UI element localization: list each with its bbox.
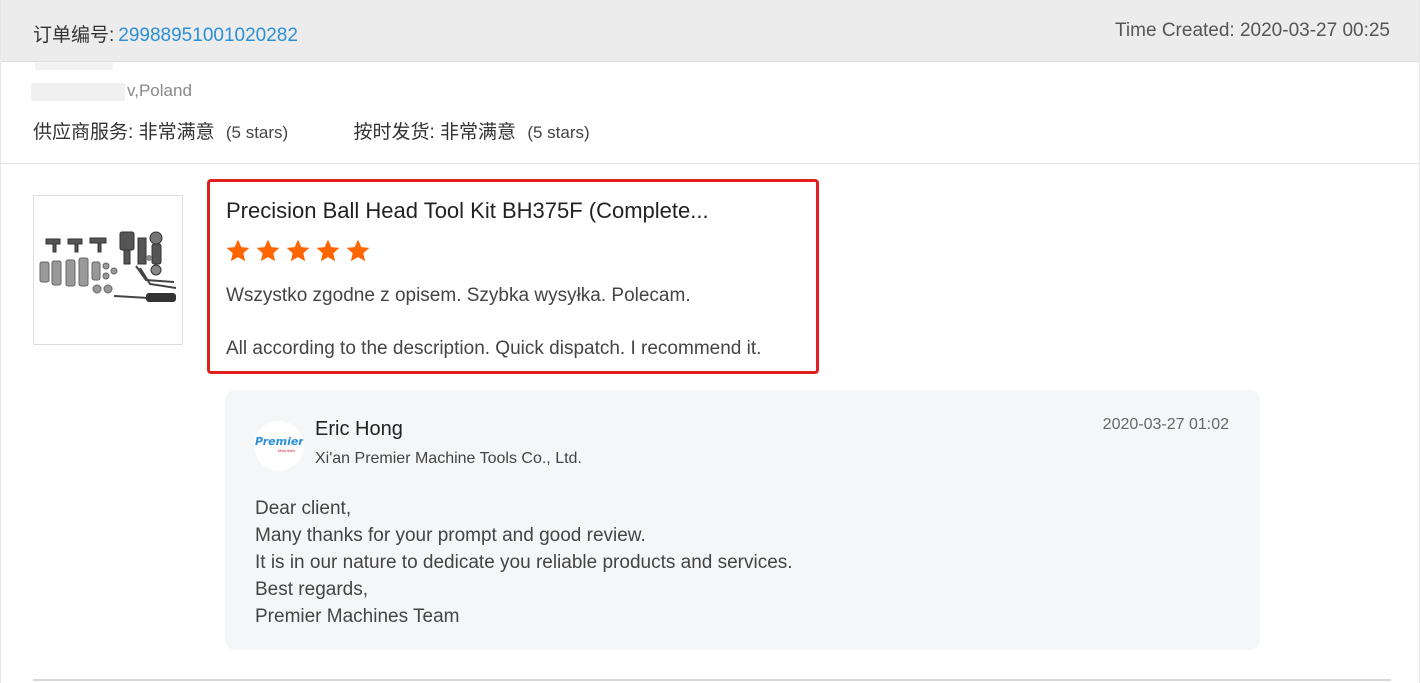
star-icon xyxy=(256,239,280,262)
order-header: 订单编号: 29988951001020282 Time Created: 202… xyxy=(1,0,1419,62)
seller-ratings: 供应商服务: 非常满意 (5 stars) 按时发货: 非常满意 (5 star… xyxy=(33,117,650,144)
order-number-link[interactable]: 29988951001020282 xyxy=(118,25,298,46)
logo-subtext: Machines xyxy=(278,448,296,453)
reply-line: Best regards, xyxy=(255,579,368,600)
redacted-buyer-name xyxy=(35,62,113,70)
star-icon xyxy=(316,239,340,262)
review-original-text: Wszystko zgodne z opisem. Szybka wysyłka… xyxy=(226,285,691,306)
product-image[interactable] xyxy=(33,195,183,345)
redacted-city xyxy=(31,82,125,101)
star-rating xyxy=(225,238,371,264)
rating-stars-text: (5 stars) xyxy=(527,123,590,142)
seller-reply: Premier Machines Eric Hong Xi'an Premier… xyxy=(225,390,1260,650)
reply-line: It is in our nature to dedicate you reli… xyxy=(255,552,793,573)
rating-value: 非常满意 xyxy=(138,122,215,143)
reply-line: Many thanks for your prompt and good rev… xyxy=(255,525,646,546)
order-number-row: 订单编号: 29988951001020282 xyxy=(33,20,298,47)
logo-text: Premier xyxy=(255,435,304,448)
rating-value: 非常满意 xyxy=(440,122,517,143)
buyer-location: v,Poland xyxy=(31,81,192,101)
reply-line: Dear client, xyxy=(255,498,352,519)
review-highlight-box: Precision Ball Head Tool Kit BH375F (Com… xyxy=(207,179,819,374)
reply-timestamp: 2020-03-27 01:02 xyxy=(1102,416,1229,433)
rating-label: 供应商服务: xyxy=(33,122,134,143)
star-icon xyxy=(226,239,250,262)
time-created: Time Created: 2020-03-27 00:25 xyxy=(1115,20,1390,41)
star-icon xyxy=(346,239,370,262)
rating-stars-text: (5 stars) xyxy=(225,123,289,142)
section-divider xyxy=(1,163,1419,164)
review-translated-text: All according to the description. Quick … xyxy=(226,338,762,359)
seller-name: Eric Hong xyxy=(315,418,403,440)
order-number-label: 订单编号: xyxy=(33,25,115,46)
seller-company: Xi'an Premier Machine Tools Co., Ltd. xyxy=(315,450,582,467)
reply-message: Dear client, Many thanks for your prompt… xyxy=(255,495,793,630)
reply-line: Premier Machines Team xyxy=(255,606,460,627)
rating-label: 按时发货: xyxy=(353,122,435,143)
rating-supplier-service: 供应商服务: 非常满意 (5 stars) xyxy=(33,117,288,144)
tool-kit-image xyxy=(39,231,177,302)
product-title[interactable]: Precision Ball Head Tool Kit BH375F (Com… xyxy=(226,198,786,224)
rating-on-time-delivery: 按时发货: 非常满意 (5 stars) xyxy=(353,117,589,144)
buyer-country-text: v,Poland xyxy=(127,81,192,100)
bottom-divider xyxy=(33,679,1391,681)
seller-avatar: Premier Machines xyxy=(254,421,304,471)
star-icon xyxy=(286,239,310,262)
order-review-card: 订单编号: 29988951001020282 Time Created: 202… xyxy=(0,0,1420,683)
